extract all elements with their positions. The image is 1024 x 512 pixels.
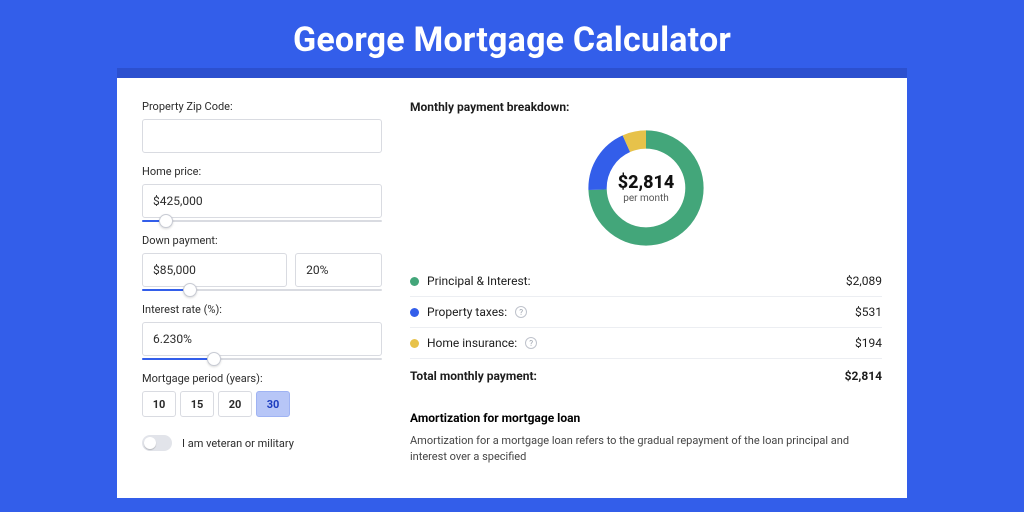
down-payment-slider[interactable] [142,289,382,291]
breakdown-title: Monthly payment breakdown: [410,100,882,114]
veteran-toggle[interactable] [142,435,172,451]
interest-group: Interest rate (%): [142,303,382,360]
zip-input[interactable] [142,119,382,153]
down-payment-slider-thumb[interactable] [183,283,197,297]
page-title: George Mortgage Calculator [293,20,731,60]
legend-value: $531 [855,305,882,319]
period-options: 10152030 [142,391,382,417]
legend-label: Home insurance: [427,336,517,350]
legend-value: $2,089 [846,274,882,288]
down-payment-pct-input[interactable] [295,253,382,287]
interest-input[interactable] [142,322,382,356]
down-payment-label: Down payment: [142,234,382,247]
home-price-slider-thumb[interactable] [159,214,173,228]
period-group: Mortgage period (years): 10152030 [142,372,382,417]
legend-dot-icon [410,308,419,317]
help-icon[interactable]: ? [515,306,527,318]
veteran-row: I am veteran or military [142,435,382,451]
down-payment-group: Down payment: [142,234,382,291]
amortization-body: Amortization for a mortgage loan refers … [410,433,882,465]
veteran-label: I am veteran or military [182,437,294,450]
period-label: Mortgage period (years): [142,372,382,385]
legend-dot-icon [410,277,419,286]
donut-chart: $2,814 per month [410,124,882,252]
help-icon[interactable]: ? [525,337,537,349]
period-option-15[interactable]: 15 [180,391,214,417]
breakdown-panel: Monthly payment breakdown: $2,814 per mo… [410,100,882,498]
down-payment-input[interactable] [142,253,287,287]
total-row: Total monthly payment: $2,814 [410,359,882,391]
interest-slider[interactable] [142,358,382,360]
interest-label: Interest rate (%): [142,303,382,316]
calculator-card: Property Zip Code: Home price: Down paym… [117,78,907,498]
zip-group: Property Zip Code: [142,100,382,153]
amortization-title: Amortization for mortgage loan [410,411,882,425]
zip-label: Property Zip Code: [142,100,382,113]
donut-sub: per month [623,193,669,204]
legend-dot-icon [410,339,419,348]
interest-slider-thumb[interactable] [207,352,221,366]
breakdown-legend: Principal & Interest: $2,089 Property taxe… [410,266,882,359]
legend-row-insurance: Home insurance:? $194 [410,328,882,359]
veteran-toggle-knob [144,437,156,449]
donut-amount: $2,814 [618,172,675,193]
period-option-20[interactable]: 20 [218,391,252,417]
legend-label: Property taxes: [427,305,507,319]
legend-value: $194 [855,336,882,350]
home-price-group: Home price: [142,165,382,222]
total-value: $2,814 [845,369,882,383]
legend-row-principal: Principal & Interest: $2,089 [410,266,882,297]
home-price-input[interactable] [142,184,382,218]
home-price-slider[interactable] [142,220,382,222]
calculator-form: Property Zip Code: Home price: Down paym… [142,100,382,498]
legend-row-taxes: Property taxes:? $531 [410,297,882,328]
legend-label: Principal & Interest: [427,274,531,288]
total-label: Total monthly payment: [410,369,537,383]
period-option-10[interactable]: 10 [142,391,176,417]
period-option-30[interactable]: 30 [256,391,290,417]
card-header-stripe [117,68,907,78]
home-price-label: Home price: [142,165,382,178]
